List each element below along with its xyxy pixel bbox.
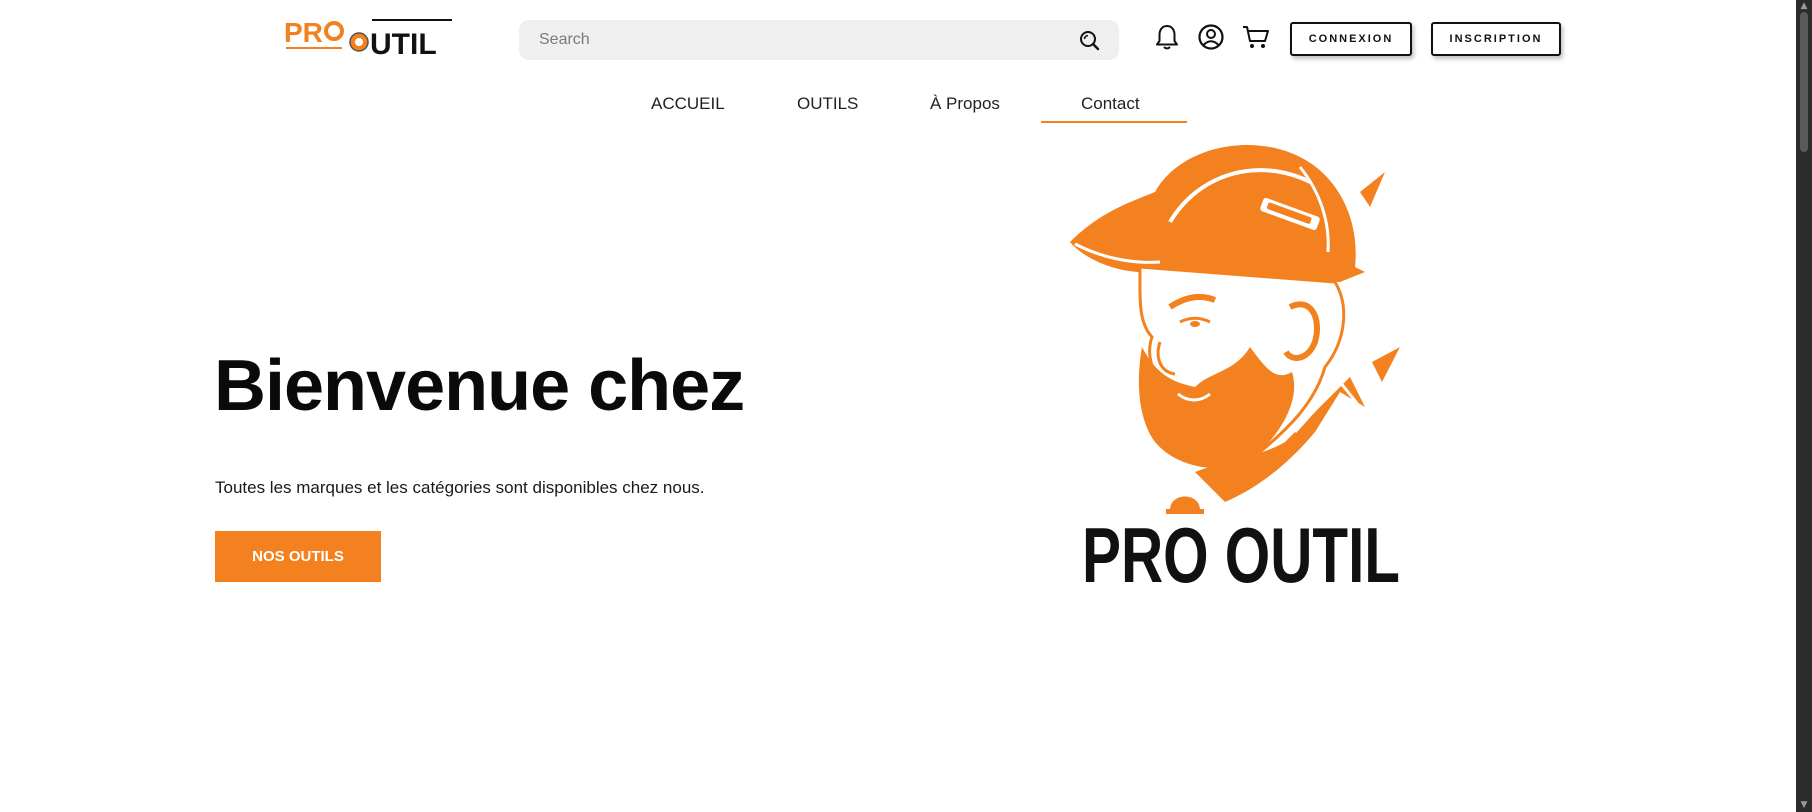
bell-icon[interactable] [1152, 22, 1182, 52]
scrollbar[interactable]: ▲ ▼ [1796, 0, 1812, 812]
nav-item-contact[interactable]: Contact [1081, 94, 1140, 114]
hero-title: Bienvenue chez [214, 346, 745, 426]
scroll-up-arrow[interactable]: ▲ [1799, 1, 1809, 11]
login-button[interactable]: CONNEXION [1290, 22, 1412, 56]
nav-item-outils[interactable]: OUTILS [797, 94, 858, 114]
user-icon[interactable] [1196, 22, 1226, 52]
search-bar [519, 20, 1119, 60]
search-input[interactable] [519, 20, 1071, 60]
nav-item-accueil[interactable]: ACCUEIL [651, 94, 725, 114]
signup-button[interactable]: INSCRIPTION [1431, 22, 1561, 56]
nos-outils-button[interactable]: NOS OUTILS [215, 531, 381, 582]
brand-wordmark: PRO OUTIL [1082, 511, 1400, 592]
search-icon[interactable] [1071, 22, 1107, 58]
scroll-down-arrow[interactable]: ▼ [1799, 800, 1809, 810]
svg-text:UTIL: UTIL [370, 28, 437, 58]
scrollbar-thumb[interactable] [1800, 12, 1808, 152]
cart-icon[interactable] [1241, 22, 1271, 52]
site-logo[interactable]: PR UTIL [284, 14, 456, 61]
nav-active-indicator [1041, 121, 1187, 123]
hero-subtitle: Toutes les marques et les catégories son… [215, 478, 705, 497]
nav-item-a-propos[interactable]: À Propos [930, 94, 1000, 114]
svg-text:PR: PR [284, 17, 323, 48]
construction-worker-illustration: PRO OUTIL [1060, 132, 1420, 599]
page: PR UTIL Search CONNEXION INSCRIPTION ACC… [0, 0, 1812, 812]
